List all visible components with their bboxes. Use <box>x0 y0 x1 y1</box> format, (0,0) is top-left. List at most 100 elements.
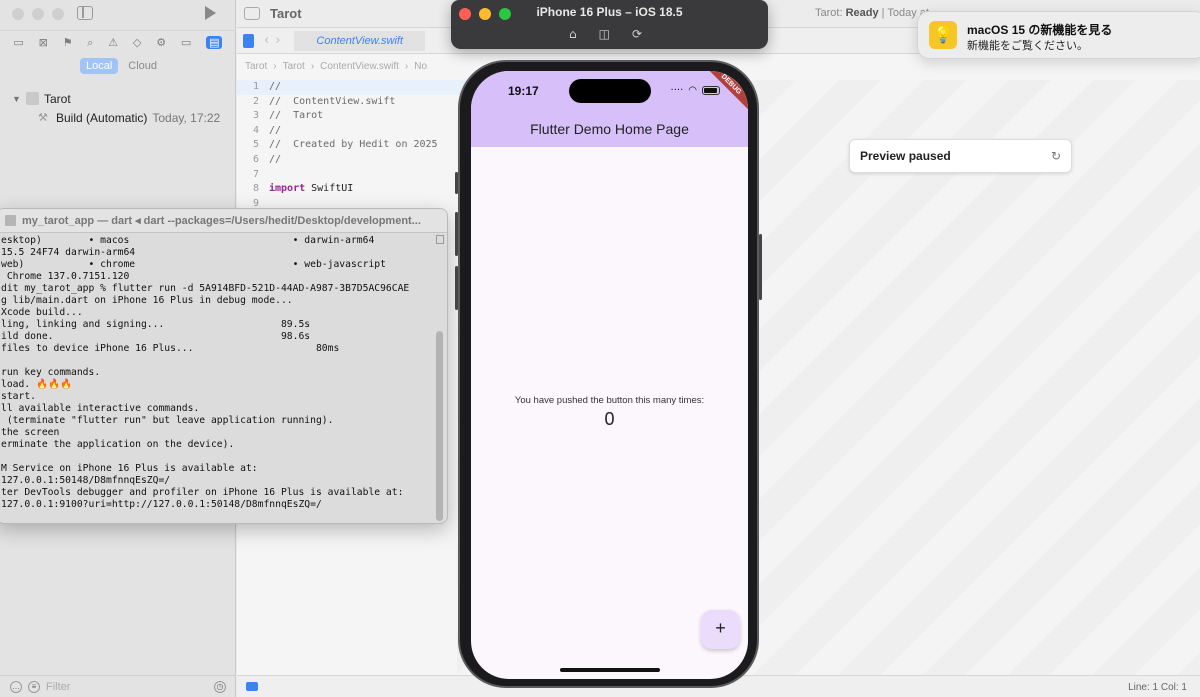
clock-icon[interactable]: ◷ <box>214 680 226 693</box>
side-button <box>759 234 762 300</box>
refresh-icon[interactable]: ↻ <box>1051 149 1061 163</box>
warning-icon[interactable]: ⚠ <box>108 36 118 49</box>
test-icon[interactable]: ◇ <box>133 36 141 49</box>
forward-icon[interactable]: › <box>275 33 280 48</box>
search-icon[interactable]: ⌕ <box>87 36 93 50</box>
bookmark-icon[interactable]: ⚑ <box>63 36 73 49</box>
line-number: 6 <box>252 153 259 165</box>
folder-icon <box>5 215 16 226</box>
zoom-button[interactable] <box>52 8 64 20</box>
home-icon[interactable]: ⌂ <box>569 27 577 41</box>
chevron-down-icon[interactable]: ▼ <box>12 94 26 104</box>
app-title: Flutter Demo Home Page <box>530 121 689 137</box>
code-text: // ContentView.swift <box>269 95 396 107</box>
screenshot-icon[interactable]: ◫ <box>599 27 610 41</box>
notification-title: macOS 15 の新機能を見る <box>967 23 1113 37</box>
cursor-position: Line: 1 Col: 1 <box>1128 682 1187 693</box>
build-label: Build (Automatic) <box>56 110 148 125</box>
report-tree: ▼ Tarot ⚒ Build (Automatic) Today, 17:22 <box>12 89 220 127</box>
code-text: // <box>269 81 282 92</box>
debug-icon[interactable]: ⚙ <box>156 36 166 49</box>
preview-paused-banner[interactable]: Preview paused ↻ <box>849 139 1072 173</box>
code-line[interactable]: 6 // <box>237 153 467 168</box>
breadcrumb-item[interactable]: Tarot <box>283 61 305 72</box>
notification-banner[interactable]: 💡 macOS 15 の新機能を見る 新機能をご覧ください。 <box>917 11 1200 59</box>
increment-button[interactable]: + <box>701 610 740 649</box>
simulator-title: iPhone 16 Plus – iOS 18.5 <box>536 5 683 19</box>
breadcrumb-item[interactable]: Tarot <box>245 61 267 72</box>
minimize-button[interactable] <box>32 8 44 20</box>
tree-project-row[interactable]: ▼ Tarot <box>12 89 220 108</box>
scope-local[interactable]: Local <box>80 58 119 74</box>
filter-input[interactable]: Filter <box>46 681 70 693</box>
folder-icon[interactable]: ▭ <box>13 36 23 49</box>
code-line[interactable]: 5 // Created by Hedit on 2025 <box>237 138 467 153</box>
code-line[interactable]: 2 // ContentView.swift <box>237 95 467 110</box>
scroll-menu-icon[interactable] <box>436 235 444 244</box>
signal-icon: ···· <box>670 85 684 96</box>
notification-body: 新機能をご覧ください。 <box>967 40 1088 52</box>
filter-bar: … ≡ Filter ◷ <box>0 675 236 697</box>
code-text: // <box>269 153 282 165</box>
code-line[interactable]: 1 // <box>237 80 467 95</box>
scroll-thumb[interactable] <box>436 331 443 521</box>
breadcrumb-item[interactable]: ContentView.swift <box>320 61 399 72</box>
counter-value: 0 <box>604 409 615 429</box>
battery-icon <box>702 86 720 95</box>
source-control-icon[interactable]: ⊠ <box>39 36 48 49</box>
code-keyword: import <box>269 183 306 195</box>
close-button[interactable] <box>12 8 24 20</box>
wifi-icon: ◠ <box>688 85 697 96</box>
home-indicator[interactable] <box>560 668 660 672</box>
build-time: Today, 17:22 <box>152 110 221 125</box>
scope-cloud[interactable]: Cloud <box>122 58 163 74</box>
line-number: 7 <box>252 168 259 180</box>
project-name: Tarot <box>44 91 71 106</box>
terminal-titlebar[interactable]: my_tarot_app — dart ◂ dart --packages=/U… <box>0 209 447 233</box>
run-button[interactable] <box>205 6 216 20</box>
code-line[interactable]: 7 <box>237 168 467 183</box>
window-title: Tarot <box>270 6 302 21</box>
xcode-window-controls <box>12 8 64 20</box>
hammer-icon: ⚒ <box>38 111 48 124</box>
back-icon[interactable]: ‹ <box>264 33 269 48</box>
editor-options-icon[interactable] <box>243 33 254 48</box>
preview-paused-label: Preview paused <box>860 149 951 163</box>
dynamic-island <box>569 79 651 103</box>
report-icon[interactable]: ▤ <box>206 36 223 49</box>
tab-contentview[interactable]: ContentView.swift <box>294 30 426 51</box>
app-screen[interactable]: 19:17 ···· ◠ DEBUG Flutter Demo Home Pag… <box>471 71 748 679</box>
terminal-output[interactable]: esktop) • macos • darwin-arm64 15.5 24F7… <box>0 233 447 523</box>
preview-toggle-icon[interactable] <box>246 682 258 691</box>
breakpoint-icon[interactable]: ▭ <box>181 36 191 49</box>
app-bar: 19:17 ···· ◠ DEBUG Flutter Demo Home Pag… <box>471 71 748 147</box>
terminal-scrollbar[interactable] <box>436 235 444 523</box>
scope-segmented-control: Local Cloud <box>80 58 163 74</box>
terminal-window[interactable]: my_tarot_app — dart ◂ dart --packages=/U… <box>0 208 448 524</box>
line-number: 2 <box>252 95 259 107</box>
status-time: 19:17 <box>508 84 539 98</box>
status-state: Ready <box>845 7 879 19</box>
sidebar-toggle-icon[interactable] <box>77 6 93 20</box>
code-text: // Created by Hedit on 2025 <box>269 139 438 151</box>
lightbulb-icon: 💡 <box>929 21 957 49</box>
rotate-icon[interactable]: ⟳ <box>632 27 642 41</box>
volume-down-button <box>455 266 458 310</box>
code-line[interactable]: 4 // <box>237 124 467 139</box>
simulator-titlebar: iPhone 16 Plus – iOS 18.5 ⌂ ◫ ⟳ <box>451 0 768 49</box>
volume-up-button <box>455 212 458 256</box>
tree-build-row[interactable]: ⚒ Build (Automatic) Today, 17:22 <box>12 108 220 127</box>
code-text: // Tarot <box>269 110 324 122</box>
line-number: 8 <box>252 183 259 195</box>
code-line[interactable]: 8 import SwiftUI <box>237 182 467 197</box>
filter-icon[interactable]: ≡ <box>28 680 40 693</box>
simulator-toolbar: ⌂ ◫ ⟳ <box>569 27 642 41</box>
code-line[interactable]: 3 // Tarot <box>237 109 467 124</box>
activity-status: Tarot: Ready | Today at <box>815 7 929 19</box>
counter-message: You have pushed the button this many tim… <box>514 395 705 406</box>
line-number: 4 <box>252 124 259 136</box>
more-icon[interactable]: … <box>10 680 22 693</box>
inspector-toggle-icon[interactable] <box>244 7 260 20</box>
code-editor[interactable]: 1 // 2 // ContentView.swift 3 // Tarot 4 // 5 // … <box>237 80 467 211</box>
breadcrumb-item[interactable]: No <box>414 61 427 72</box>
